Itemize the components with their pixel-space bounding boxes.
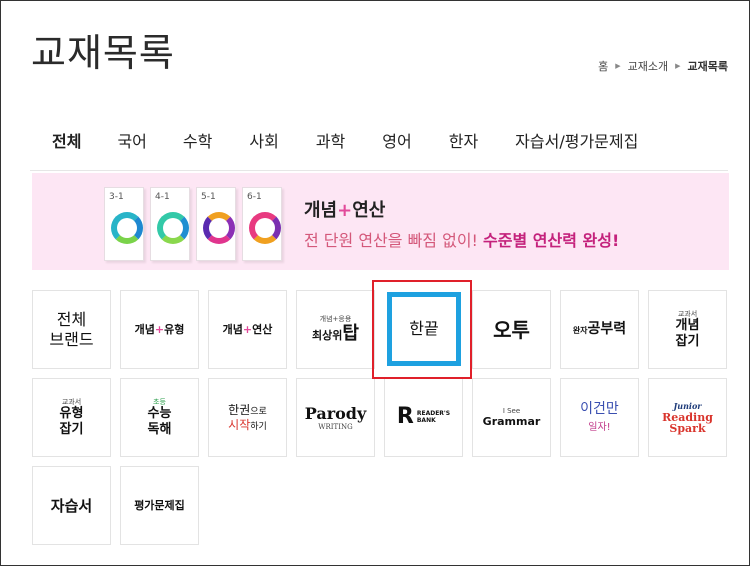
book-covers-image: 3-1 4-1 5-1 6-1 — [104, 187, 294, 263]
brand-all[interactable]: 전체 브랜드 — [32, 290, 111, 369]
brand-junior-reading-spark[interactable]: Junior Reading Spark — [648, 378, 727, 457]
banner-tagline: 전 단원 연산을 빠짐 없이! 수준별 연산력 완성! — [304, 231, 620, 250]
tab-korean[interactable]: 국어 — [117, 128, 146, 162]
brand-gaenyeom-yeonsan[interactable]: 개념+연산 — [208, 290, 287, 369]
breadcrumb-current: 교재목록 — [687, 60, 728, 73]
brand-yuhyeong-japgi[interactable]: 교과서 유형 잡기 — [32, 378, 111, 457]
page-title: 교재목록 — [31, 31, 175, 75]
tab-study-guide[interactable]: 자습서/평가문제집 — [515, 128, 638, 162]
tab-hanja[interactable]: 한자 — [449, 128, 478, 162]
tabs-divider — [30, 170, 728, 171]
tab-english[interactable]: 영어 — [382, 128, 411, 162]
brand-ikeonman[interactable]: 이건만 일자! — [560, 378, 639, 457]
tab-math[interactable]: 수학 — [183, 128, 212, 162]
tab-social[interactable]: 사회 — [249, 128, 278, 162]
brand-gaenyeom-japgi[interactable]: 교과서 개념 잡기 — [648, 290, 727, 369]
book-cover: 4-1 — [150, 187, 190, 261]
breadcrumb-home[interactable]: 홈 — [598, 58, 608, 74]
brand-pyeongga-munjejip[interactable]: 평가문제집 — [120, 466, 199, 545]
tab-all[interactable]: 전체 — [41, 128, 93, 179]
promo-banner[interactable]: 3-1 4-1 5-1 6-1 개념+연산 전 단원 연산을 빠짐 없이! 수준… — [32, 173, 729, 270]
brand-suneung-dokhae[interactable]: 초등 수능 독해 — [120, 378, 199, 457]
brand-jaseupseo[interactable]: 자습서 — [32, 466, 111, 545]
brand-choesangwi-tap[interactable]: 개념+응용 최상위탑 — [296, 290, 375, 369]
banner-brand-logo: 개념+연산 — [304, 200, 386, 221]
book-cover: 6-1 — [242, 187, 282, 261]
brand-gaenyeom-yuhyeong[interactable]: 개념+유형 — [120, 290, 199, 369]
subject-tabs: 전체 국어 수학 사회 과학 영어 한자 자습서/평가문제집 — [41, 128, 638, 179]
brand-parody[interactable]: Parody WRITING — [296, 378, 375, 457]
brand-oh-tu[interactable]: 오투 — [472, 290, 551, 369]
selection-highlight-box — [372, 280, 472, 379]
book-cover: 5-1 — [196, 187, 236, 261]
breadcrumb: 홈 ▶ 교재소개 ▶ 교재목록 — [598, 58, 728, 74]
tab-science[interactable]: 과학 — [316, 128, 345, 162]
readers-bank-r-icon: R — [396, 404, 414, 430]
breadcrumb-separator-icon: ▶ — [615, 62, 621, 70]
breadcrumb-textbook-intro[interactable]: 교재소개 — [628, 58, 668, 74]
book-cover: 3-1 — [104, 187, 144, 261]
brand-grammar[interactable]: I See Grammar — [472, 378, 551, 457]
brand-hangwon-sijak[interactable]: 한권으로 시작하기 — [208, 378, 287, 457]
breadcrumb-separator-icon: ▶ — [675, 62, 681, 70]
brand-readers-bank[interactable]: R READER'S BANK — [384, 378, 463, 457]
brand-wanja-gongburyeok[interactable]: 완자공부력 — [560, 290, 639, 369]
